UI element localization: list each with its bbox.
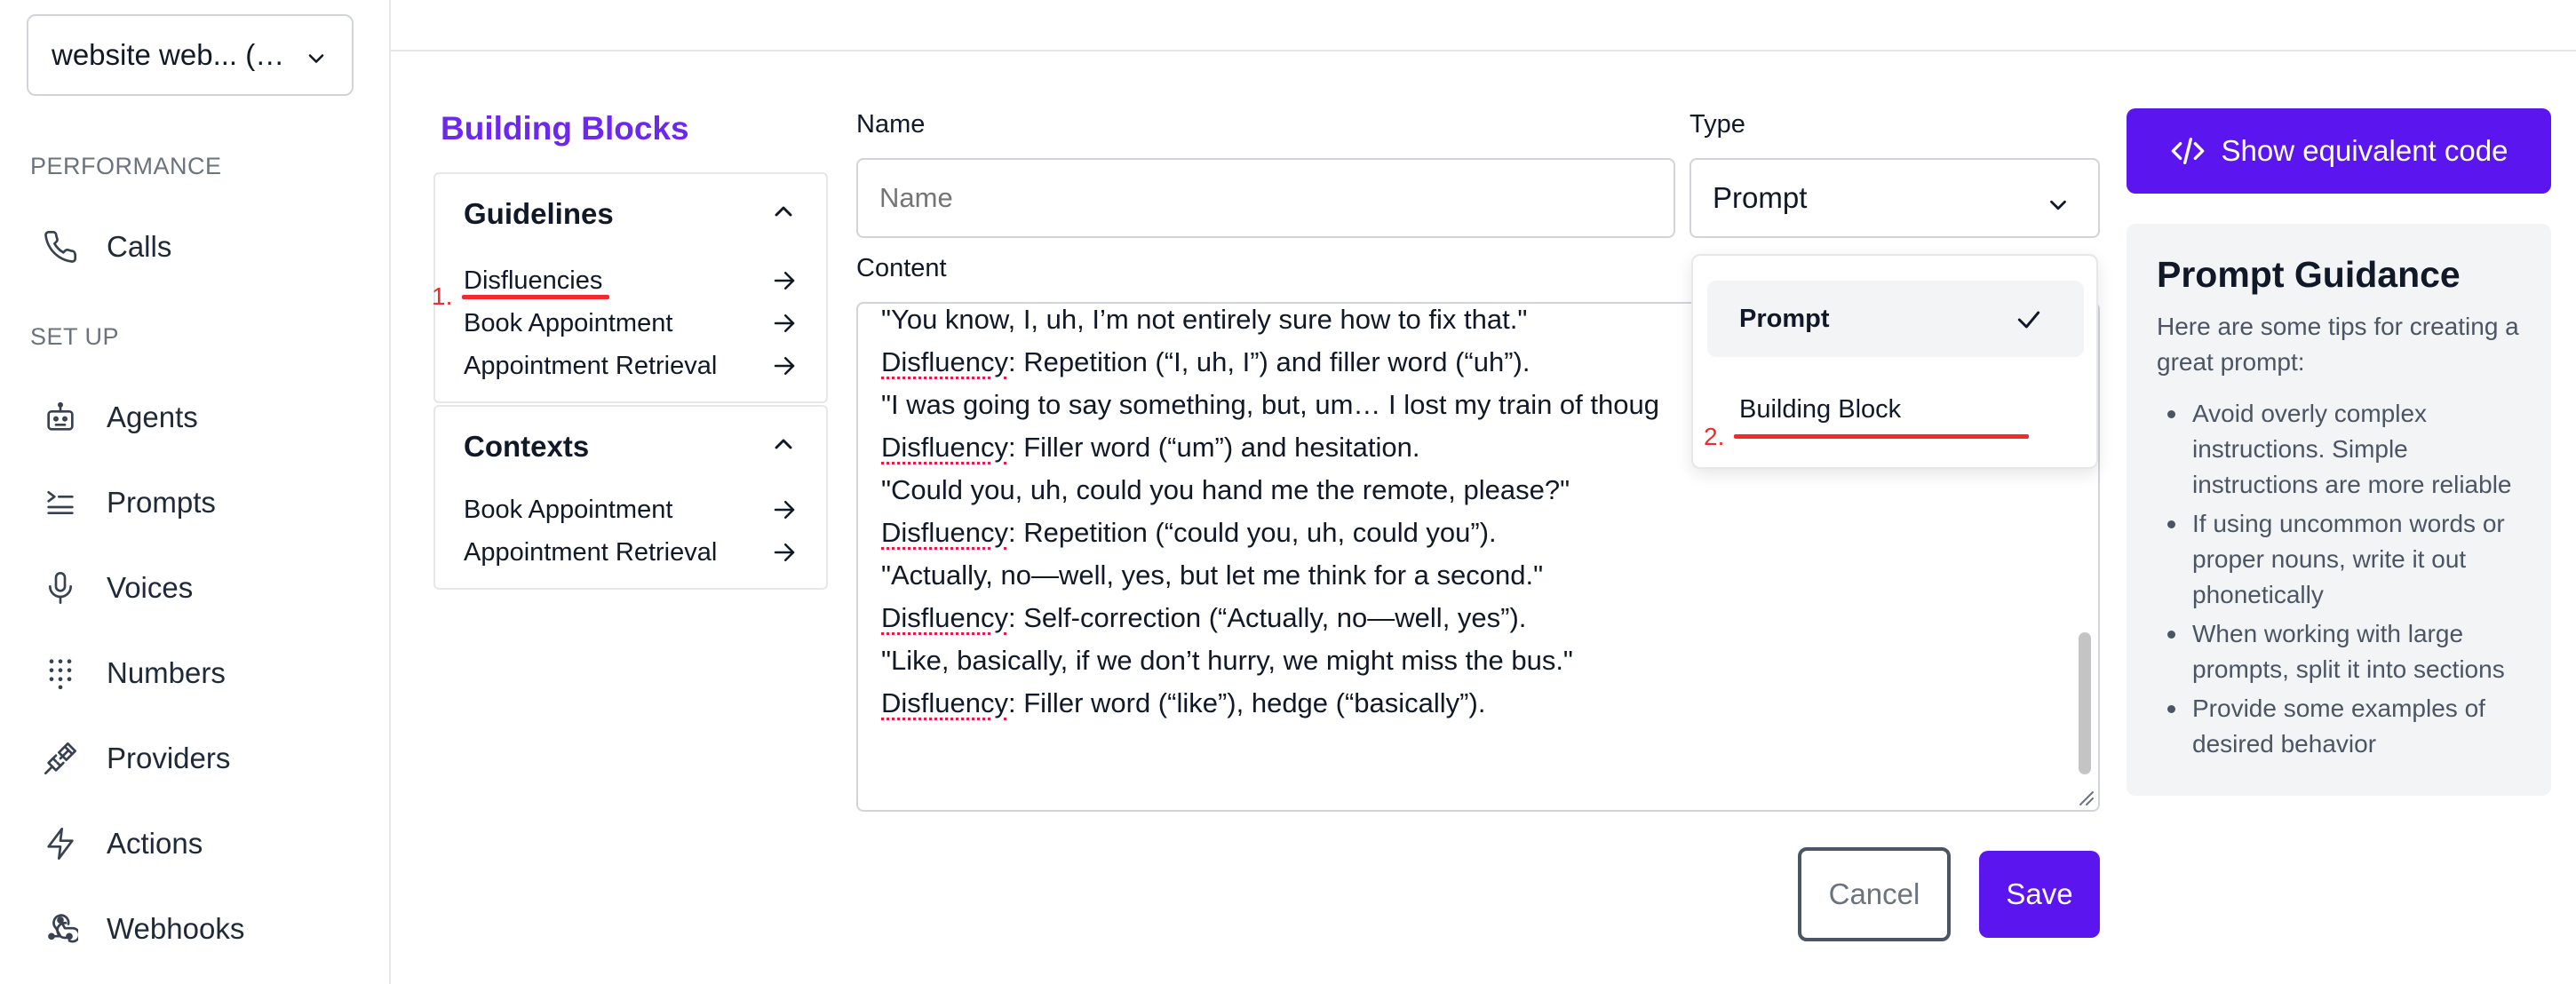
- sidebar-item-providers[interactable]: Providers: [43, 732, 230, 785]
- guideline-item-appointment-retrieval[interactable]: Appointment Retrieval: [464, 348, 798, 384]
- guideline-item-label: Appointment Retrieval: [464, 351, 718, 380]
- code-icon: [2171, 138, 2204, 164]
- guidance-tip: If using uncommon words or proper nouns,…: [2157, 506, 2539, 613]
- guideline-item-label: Disfluencies: [464, 266, 603, 295]
- guidance-tips: Avoid overly complex instructions. Simpl…: [2157, 396, 2539, 766]
- chevron-down-icon: [308, 54, 324, 63]
- sidebar-item-label: Voices: [107, 571, 194, 604]
- content-line: Disfluency: Filler word (“like”), hedge …: [881, 687, 1486, 718]
- contexts-header[interactable]: Contexts: [464, 430, 589, 464]
- annotation-number-2: 2.: [1704, 423, 1725, 450]
- prompt-guidance-panel: Prompt Guidance Here are some tips for c…: [2127, 224, 2551, 796]
- prompt-list-icon: [47, 491, 74, 514]
- content-line: "Actually, no—well, yes, but let me thin…: [881, 559, 1544, 591]
- plug-icon: [44, 742, 76, 774]
- annotation-number-1: 1.: [432, 282, 453, 310]
- workspace-select[interactable]: website web... (…: [27, 14, 354, 96]
- name-input[interactable]: [856, 158, 1675, 238]
- content-line: "You know, I, uh, I’m not entirely sure …: [881, 304, 1528, 335]
- dialpad-icon: [49, 659, 72, 690]
- lightning-icon: [47, 828, 74, 860]
- textarea-scrollbar[interactable]: [2079, 632, 2091, 774]
- resize-handle-icon[interactable]: [2073, 785, 2095, 806]
- arrow-right-icon: [774, 357, 795, 375]
- guidance-intro: Here are some tips for creating a great …: [2157, 313, 2519, 376]
- context-item-book-appointment[interactable]: Book Appointment: [464, 492, 798, 528]
- content-line: "Could you, uh, could you hand me the re…: [881, 474, 1570, 505]
- content-label: Content: [856, 254, 947, 282]
- arrow-right-icon: [774, 544, 795, 561]
- cancel-button[interactable]: Cancel: [1798, 847, 1951, 941]
- sidebar-item-label: Providers: [107, 742, 231, 774]
- annotation-underline-2: [1734, 434, 2029, 439]
- sidebar-item-numbers[interactable]: Numbers: [43, 647, 226, 700]
- header-divider: [391, 50, 2576, 52]
- guidance-title: Prompt Guidance: [2157, 254, 2461, 295]
- guideline-item-label: Book Appointment: [464, 308, 673, 337]
- content-line: Disfluency: Repetition (“could you, uh, …: [881, 517, 1497, 548]
- show-code-label: Show equivalent code: [2221, 134, 2508, 167]
- chevron-up-icon[interactable]: [769, 197, 798, 226]
- workspace-label: website web... (…: [52, 38, 285, 71]
- microphone-icon: [49, 572, 72, 604]
- guideline-item-disfluencies[interactable]: Disfluencies: [464, 263, 798, 298]
- dropdown-option-label: Prompt: [1739, 304, 1830, 333]
- sidebar-item-label: Webhooks: [107, 912, 245, 945]
- annotation-underline-1: [462, 295, 609, 299]
- arrow-right-icon: [774, 314, 795, 332]
- guidelines-header[interactable]: Guidelines: [464, 197, 614, 231]
- guideline-item-book-appointment[interactable]: Book Appointment: [464, 306, 798, 341]
- content-line: Disfluency: Repetition (“I, uh, I”) and …: [881, 346, 1530, 377]
- sidebar-item-label: Actions: [107, 827, 203, 860]
- chevron-down-icon: [2050, 200, 2066, 210]
- sidebar: website web... (… PERFORMANCE Calls SET …: [0, 0, 391, 984]
- type-label: Type: [1690, 110, 1745, 139]
- dropdown-option-label: Building Block: [1739, 394, 1902, 424]
- sidebar-item-prompts[interactable]: Prompts: [43, 476, 216, 529]
- content-line: Disfluency: Self-correction (“Actually, …: [881, 602, 1527, 633]
- context-item-appointment-retrieval[interactable]: Appointment Retrieval: [464, 535, 798, 570]
- guidelines-panel: Guidelines Disfluencies Book Appointment…: [433, 172, 828, 403]
- dropdown-option-prompt[interactable]: Prompt: [1707, 281, 2084, 357]
- sidebar-item-calls[interactable]: Calls: [43, 220, 171, 274]
- type-select[interactable]: Prompt: [1690, 158, 2100, 238]
- webhook-icon: [48, 914, 78, 943]
- save-button[interactable]: Save: [1979, 851, 2100, 938]
- phone-icon: [44, 230, 77, 263]
- name-label: Name: [856, 110, 926, 139]
- sidebar-item-actions[interactable]: Actions: [43, 817, 203, 870]
- show-code-button[interactable]: Show equivalent code: [2127, 108, 2551, 194]
- sidebar-item-voices[interactable]: Voices: [43, 561, 193, 615]
- arrow-right-icon: [774, 272, 795, 290]
- content-line: "I was going to say something, but, um… …: [881, 389, 1659, 420]
- sidebar-item-agents[interactable]: Agents: [43, 391, 198, 444]
- context-item-label: Appointment Retrieval: [464, 537, 718, 567]
- guidance-tip: When working with large prompts, split i…: [2157, 616, 2539, 687]
- chevron-up-icon[interactable]: [769, 430, 798, 458]
- robot-icon: [47, 401, 74, 431]
- contexts-panel: Contexts Book Appointment Appointment Re…: [433, 405, 828, 590]
- sidebar-item-label: Numbers: [107, 656, 226, 689]
- type-select-value: Prompt: [1713, 181, 1808, 214]
- sidebar-item-label: Prompts: [107, 486, 216, 519]
- arrow-right-icon: [774, 501, 795, 519]
- building-blocks-title: Building Blocks: [441, 110, 689, 147]
- content-line: "Like, basically, if we don’t hurry, we …: [881, 645, 1573, 676]
- sidebar-item-webhooks[interactable]: Webhooks: [43, 902, 244, 956]
- context-item-label: Book Appointment: [464, 495, 673, 524]
- content-line: Disfluency: Filler word (“um”) and hesit…: [881, 432, 1420, 463]
- checkmark-icon: [2017, 311, 2040, 329]
- section-label-setup: SET UP: [30, 323, 120, 350]
- sidebar-item-label: Agents: [107, 401, 198, 433]
- guidance-tip: Provide some examples of desired behavio…: [2157, 691, 2539, 762]
- sidebar-item-label: Calls: [107, 230, 172, 263]
- guidance-tip: Avoid overly complex instructions. Simpl…: [2157, 396, 2539, 503]
- section-label-performance: PERFORMANCE: [30, 153, 222, 179]
